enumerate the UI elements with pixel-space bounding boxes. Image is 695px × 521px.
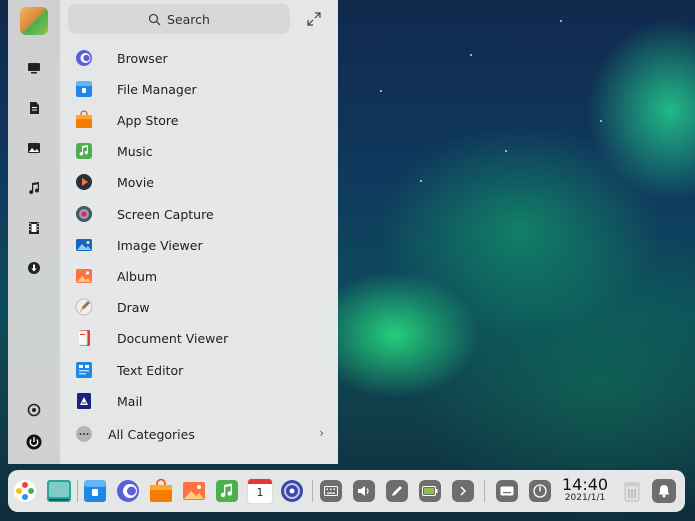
dock-separator (77, 480, 78, 502)
app-item-document-viewer[interactable]: Document Viewer (74, 324, 330, 352)
pen-icon (392, 486, 402, 496)
document-viewer-icon (77, 330, 90, 346)
expand-icon (307, 12, 321, 26)
app-launcher: Search Browser File Manager App Store Mu… (8, 0, 338, 464)
app-store-icon (76, 110, 92, 128)
category-music[interactable] (22, 176, 46, 200)
search-placeholder: Search (167, 11, 210, 27)
search-icon (148, 13, 161, 25)
star (505, 150, 507, 152)
star (470, 54, 472, 56)
chevron-right-icon (460, 486, 467, 496)
volume-tray-button[interactable] (353, 480, 375, 502)
shutdown-icon (533, 484, 547, 498)
fullscreen-toggle-button[interactable] (306, 11, 322, 27)
dock-separator (312, 480, 313, 502)
music-note-icon (29, 182, 40, 195)
keyboard-tray-button[interactable] (320, 480, 342, 502)
browser-icon[interactable] (115, 478, 141, 504)
app-item-movie[interactable]: Movie (74, 168, 330, 196)
star (600, 120, 602, 122)
power-button[interactable] (22, 430, 46, 454)
clock-time[interactable]: 14:40 (562, 475, 608, 494)
browser-icon (76, 50, 92, 66)
chevron-right-icon: › (319, 426, 324, 440)
settings-icon (27, 403, 41, 417)
file-manager-icon[interactable] (82, 478, 108, 504)
all-categories-button[interactable]: All Categories › (74, 420, 330, 448)
music-icon (76, 143, 92, 159)
control-center-icon[interactable] (279, 478, 305, 504)
multitasking-view-icon[interactable] (46, 478, 72, 504)
star (420, 180, 422, 182)
monitor-icon (28, 63, 40, 74)
star (380, 90, 382, 92)
clock-date[interactable]: 2021/1/1 (562, 493, 608, 503)
app-list-panel: Search Browser File Manager App Store Mu… (60, 0, 338, 464)
file-manager-icon (76, 81, 92, 97)
image-icon (28, 143, 40, 153)
power-icon (26, 434, 42, 450)
app-item-app-store[interactable]: App Store (74, 106, 330, 134)
app-item-music[interactable]: Music (74, 137, 330, 165)
settings-button[interactable] (22, 398, 46, 422)
battery-tray-button[interactable] (419, 480, 441, 502)
star (560, 20, 562, 22)
draw-icon (75, 298, 93, 316)
app-item-draw[interactable]: Draw (74, 293, 330, 321)
volume-icon (358, 486, 369, 496)
all-categories-label: All Categories (108, 426, 195, 442)
dock: 1 14:40 2021/1/1 (8, 470, 685, 512)
app-item-screen-capture[interactable]: Screen Capture (74, 200, 330, 228)
trash-icon[interactable] (620, 479, 644, 503)
document-icon (30, 102, 39, 114)
search-input[interactable]: Search (68, 4, 290, 34)
notification-bell-icon (658, 485, 670, 498)
film-icon (29, 222, 39, 234)
launcher-icon[interactable] (12, 478, 38, 504)
screen-capture-icon (76, 206, 92, 222)
text-editor-icon (76, 362, 92, 378)
calendar-day: 1 (256, 486, 264, 499)
keyboard-icon (324, 486, 338, 496)
movie-icon (76, 174, 92, 190)
app-store-icon[interactable] (148, 478, 174, 504)
app-item-file-manager[interactable]: File Manager (74, 75, 330, 103)
more-dots-icon (76, 426, 92, 442)
calendar-icon[interactable]: 1 (247, 478, 273, 504)
app-item-album[interactable]: Album (74, 262, 330, 290)
mail-icon (77, 393, 91, 409)
app-item-mail[interactable]: Mail (74, 387, 330, 415)
category-document[interactable] (22, 96, 46, 120)
album-icon[interactable] (181, 478, 207, 504)
category-video[interactable] (22, 216, 46, 240)
app-item-image-viewer[interactable]: Image Viewer (74, 231, 330, 259)
user-avatar[interactable] (20, 7, 48, 35)
category-rail (8, 0, 60, 464)
expand-tray-button[interactable] (452, 480, 474, 502)
app-item-browser[interactable]: Browser (74, 44, 330, 72)
app-item-text-editor[interactable]: Text Editor (74, 356, 330, 384)
battery-icon (422, 486, 438, 496)
shutdown-button[interactable] (529, 480, 551, 502)
category-download[interactable] (22, 256, 46, 280)
onscreen-keyboard-button[interactable] (496, 480, 518, 502)
dock-separator (484, 480, 485, 502)
notification-center-button[interactable] (652, 479, 676, 503)
category-image[interactable] (22, 136, 46, 160)
music-icon[interactable] (214, 478, 240, 504)
category-monitor[interactable] (22, 56, 46, 80)
onscreen-keyboard-icon (500, 486, 514, 496)
download-icon (28, 262, 40, 274)
pen-tray-button[interactable] (386, 480, 408, 502)
album-icon (76, 269, 92, 283)
image-viewer-icon (76, 239, 92, 251)
